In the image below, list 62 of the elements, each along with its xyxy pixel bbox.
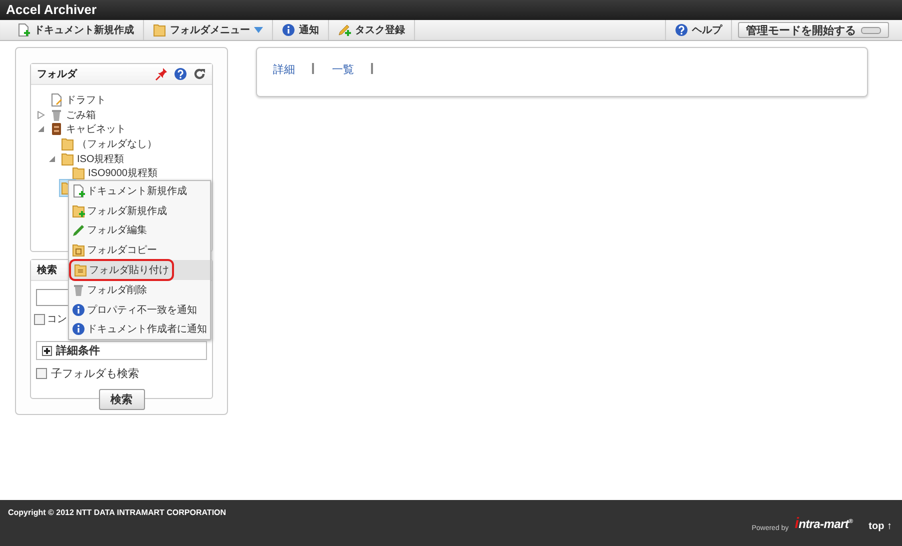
panel-title: フォルダ xyxy=(37,68,77,81)
panel-title: 検索 xyxy=(37,264,57,277)
top-link[interactable]: top ↑ xyxy=(868,521,892,532)
tree-item[interactable]: （フォルダなし） xyxy=(77,137,157,152)
pencil-plus-icon xyxy=(338,23,351,37)
toolbar-button[interactable]: ドキュメント新規作成 xyxy=(8,20,144,40)
folder-icon xyxy=(61,152,74,166)
checkbox-label: コン xyxy=(47,313,67,326)
tree-item[interactable]: ドラフト xyxy=(66,93,106,108)
folder-icon xyxy=(153,23,166,37)
folder-icon xyxy=(61,137,74,152)
document-plus-icon xyxy=(17,23,30,37)
help-button[interactable] xyxy=(174,67,187,81)
admin-mode-button[interactable]: 管理モードを開始する xyxy=(738,22,889,38)
tree-item[interactable]: キャビネット xyxy=(66,122,126,136)
folder-plus-icon xyxy=(72,204,85,218)
menu-item[interactable]: フォルダ新規作成 xyxy=(69,200,210,221)
toolbar-button[interactable]: 通知 xyxy=(273,20,329,40)
menu-item[interactable]: ドキュメント新規作成 xyxy=(69,181,210,201)
menu-item[interactable]: ドキュメント作成者に通知 xyxy=(69,320,210,340)
tree-item[interactable]: ごみ箱 xyxy=(66,108,96,122)
pin-icon xyxy=(155,67,168,81)
document-plus-icon xyxy=(72,184,85,198)
expanded-arrow-icon[interactable] xyxy=(48,154,56,163)
cabinet-icon xyxy=(50,122,63,136)
toolbar-button[interactable]: フォルダメニュー xyxy=(144,20,273,40)
info-icon xyxy=(282,23,295,37)
help-icon xyxy=(675,23,688,37)
help-icon xyxy=(174,67,187,81)
pin-button[interactable] xyxy=(155,67,168,81)
refresh-button[interactable] xyxy=(193,67,206,81)
menu-item[interactable]: フォルダコピー xyxy=(69,240,210,260)
menu-item[interactable]: フォルダ貼り付け xyxy=(69,260,210,280)
refresh-icon xyxy=(193,67,206,81)
logo: intra-mart$^{®}$ xyxy=(794,515,853,532)
info-icon xyxy=(72,302,85,317)
tree-item[interactable]: ISO9000規程類 xyxy=(88,166,158,180)
tree-item[interactable]: ISO規程類 xyxy=(77,152,124,166)
expanded-arrow-icon[interactable] xyxy=(37,125,45,134)
folder-paste-icon xyxy=(74,263,87,278)
folder-copy-icon xyxy=(72,243,85,258)
document-pencil-icon xyxy=(50,93,63,108)
copyright-text: Copyright © 2012 NTT DATA INTRAMART CORPORATION xyxy=(8,508,226,519)
view-link[interactable]: 一覧 xyxy=(332,62,371,77)
view-link[interactable]: 詳細 xyxy=(273,62,312,77)
checkbox[interactable] xyxy=(36,368,47,379)
detail-conditions-toggle[interactable]: 詳細条件 xyxy=(36,341,207,360)
info-icon xyxy=(72,322,85,336)
app-title: Accel Archiver xyxy=(6,2,97,17)
checkbox[interactable] xyxy=(34,314,45,324)
help-button[interactable]: ヘルプ xyxy=(665,20,732,40)
trash-icon xyxy=(72,282,85,297)
checkbox-label: 子フォルダも検索 xyxy=(51,366,139,381)
menu-item[interactable]: フォルダ編集 xyxy=(69,220,210,240)
search-button[interactable]: 検索 xyxy=(98,389,144,410)
trash-icon xyxy=(50,108,63,122)
toolbar-button[interactable]: タスク登録 xyxy=(329,20,415,40)
menu-item[interactable]: フォルダ削除 xyxy=(69,280,210,300)
pencil-icon xyxy=(72,223,85,238)
folder-icon xyxy=(72,166,85,180)
collapsed-arrow-icon[interactable] xyxy=(37,110,45,119)
menu-item[interactable]: プロパティ不一致を通知 xyxy=(69,300,210,320)
